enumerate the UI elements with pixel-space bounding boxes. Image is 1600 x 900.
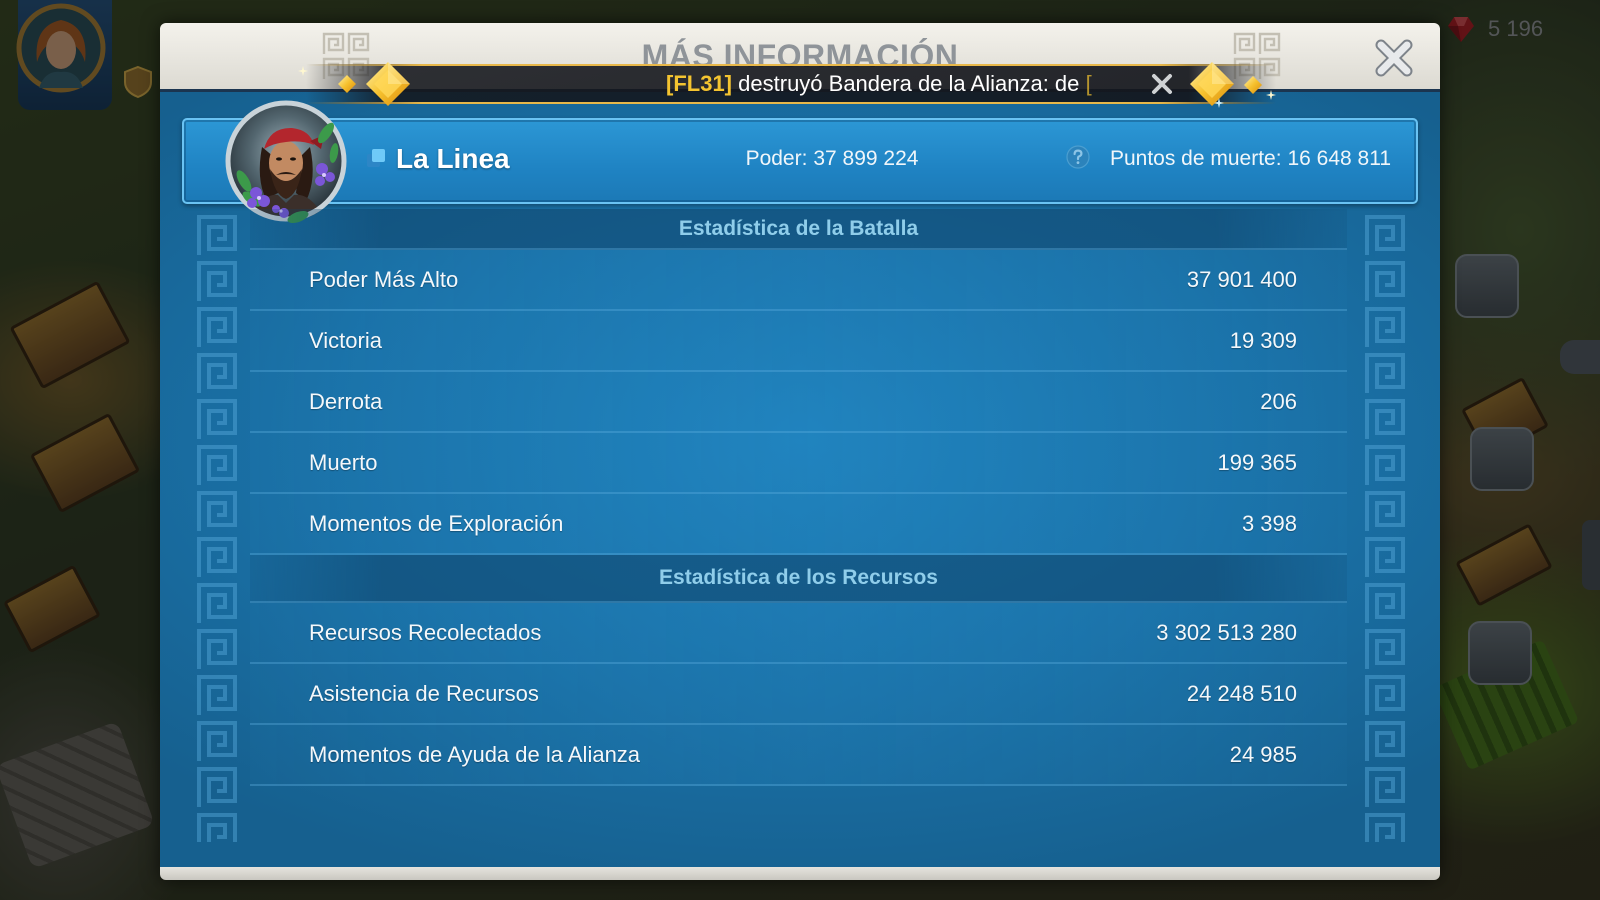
death-points-label: Puntos de muerte:	[1109, 147, 1282, 170]
gold-diamond-icon	[366, 62, 410, 106]
stat-value: 19 309	[1229, 327, 1297, 353]
dialog-body: La Linea Poder: 37 899 224 Puntos de muer…	[160, 92, 1440, 867]
alliance-tag: [FL31]	[666, 71, 732, 96]
power-value: 37 899 224	[813, 147, 919, 170]
notification-text: destruyó Bandera de la Alianza: de	[738, 71, 1080, 96]
close-icon	[1375, 39, 1413, 77]
close-button[interactable]	[1372, 36, 1416, 80]
gold-diamond-icon	[338, 75, 356, 93]
stat-label: Derrota	[309, 388, 383, 414]
stat-row: Poder Más Alto 37 901 400	[250, 250, 1347, 311]
player-name: La Linea	[396, 143, 510, 174]
more-info-dialog: MÁS INFORMACIÓN La Linea Poder: 37 899 2…	[160, 23, 1440, 880]
gold-diamond-icon	[1190, 62, 1234, 106]
stat-value: 199 365	[1217, 449, 1297, 475]
stat-row: Recursos Recolectados 3 302 513 280	[250, 603, 1347, 664]
stat-label: Asistencia de Recursos	[309, 680, 539, 706]
player-death-points: Puntos de muerte: 16 648 811	[1110, 141, 1391, 177]
sparkle-icon	[1266, 90, 1276, 100]
question-icon[interactable]	[1066, 145, 1090, 169]
player-card: La Linea Poder: 37 899 224 Puntos de muer…	[182, 100, 1418, 224]
stat-row: Muerto 199 365	[250, 433, 1347, 494]
stats-table: Estadística de la Batalla Poder Más Alto…	[250, 209, 1347, 786]
section-title: Estadística de la Batalla	[678, 216, 919, 240]
sparkle-icon	[298, 66, 308, 76]
stat-value: 3 302 513 280	[1156, 619, 1297, 645]
stat-row: Asistencia de Recursos 24 248 510	[250, 664, 1347, 725]
copy-icon[interactable]	[365, 147, 387, 169]
sparkle-icon	[1214, 98, 1224, 108]
notification-message: [FL31] destruyó Bandera de la Alianza: de…	[666, 64, 1092, 104]
stat-value: 37 901 400	[1186, 266, 1297, 292]
stat-value: 24 985	[1229, 741, 1297, 767]
gold-diamond-icon	[1244, 76, 1262, 94]
stat-label: Recursos Recolectados	[309, 619, 542, 645]
stat-label: Poder Más Alto	[309, 266, 459, 292]
greek-key-border-right	[1362, 212, 1408, 842]
stat-row: Victoria 19 309	[250, 311, 1347, 372]
stat-label: Momentos de Exploración	[309, 510, 564, 536]
trailing-alliance-tag: [	[1085, 71, 1092, 96]
stat-value: 206	[1260, 388, 1297, 414]
player-avatar[interactable]	[222, 97, 350, 225]
stat-row: Derrota 206	[250, 372, 1347, 433]
player-power: Poder: 37 899 224	[746, 141, 919, 177]
stat-value: 24 248 510	[1186, 680, 1297, 706]
section-title: Estadística de los Recursos	[659, 566, 938, 589]
power-label: Poder:	[745, 147, 808, 170]
stat-value: 3 398	[1241, 510, 1297, 536]
stat-row: Momentos de Ayuda de la Alianza 24 985	[250, 725, 1347, 786]
greek-key-border-left	[194, 212, 240, 842]
stat-label: Victoria	[309, 327, 382, 353]
section-header-battle: Estadística de la Batalla	[250, 209, 1347, 250]
dialog-footer	[160, 867, 1440, 880]
close-icon[interactable]	[1149, 71, 1175, 97]
stat-row: Momentos de Exploración 3 398	[250, 494, 1347, 555]
section-header-resources: Estadística de los Recursos	[250, 555, 1347, 603]
death-points-value: 16 648 811	[1287, 147, 1391, 170]
stat-label: Momentos de Ayuda de la Alianza	[309, 741, 641, 767]
stat-label: Muerto	[309, 449, 378, 475]
